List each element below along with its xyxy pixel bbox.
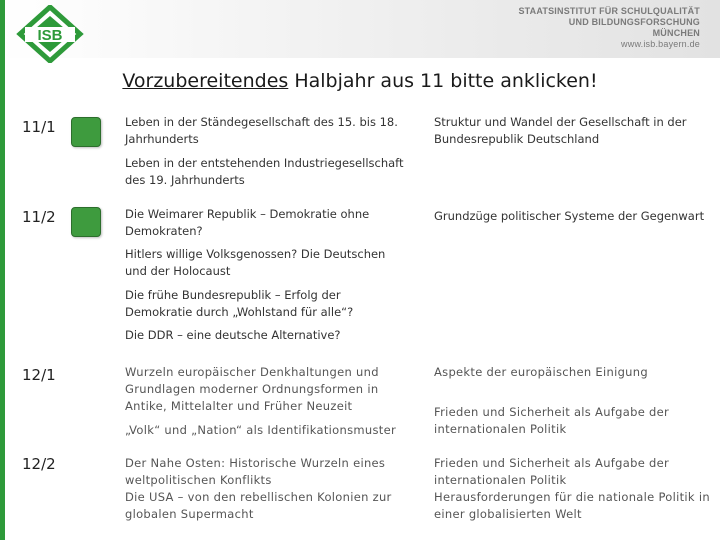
topic-12-1-c: Aspekte der europäischen Einigung xyxy=(434,365,648,379)
topic-12-1-d: Frieden und Sicherheit als Aufgabe der i… xyxy=(434,405,670,436)
semester-label-12-1: 12/1 xyxy=(22,366,56,384)
select-semester-11-1-button[interactable] xyxy=(71,117,101,147)
topic-12-2-d: Herausforderungen für die nationale Poli… xyxy=(434,490,710,521)
page-title-rest: Halbjahr aus 11 bitte anklicken! xyxy=(288,70,598,92)
topic-11-1-b: Leben in der entstehenden Industriegesel… xyxy=(125,156,404,187)
topic-12-2-b: Die USA – von den rebellischen Kolonien … xyxy=(125,490,392,521)
semester-label-11-2: 11/2 xyxy=(22,208,56,226)
page-title-underlined: Vorzubereitendes xyxy=(122,70,289,92)
isb-logo: ISB xyxy=(16,5,84,63)
select-semester-11-2-button[interactable] xyxy=(71,207,101,237)
topic-12-2-c: Frieden und Sicherheit als Aufgabe der i… xyxy=(434,456,670,487)
institute-line-3: MÜNCHEN xyxy=(652,28,700,38)
semester-label-12-2: 12/2 xyxy=(22,455,56,473)
topic-11-2-c: Die frühe Bundesrepublik – Erfolg der De… xyxy=(125,288,354,319)
topic-11-1-c: Struktur und Wandel der Gesellschaft in … xyxy=(434,115,687,146)
logo-text: ISB xyxy=(37,27,62,44)
topic-11-2-a: Die Weimarer Republik – Demokratie ohne … xyxy=(125,207,370,238)
institute-line-1: STAATSINSTITUT FÜR SCHULQUALITÄT xyxy=(518,6,700,16)
institute-line-2: UND BILDUNGSFORSCHUNG xyxy=(568,17,700,27)
topic-12-1-b: „Volk“ und „Nation“ als Identifikationsm… xyxy=(125,423,396,437)
semester-label-11-1: 11/1 xyxy=(22,118,56,136)
page-title: Vorzubereitendes Halbjahr aus 11 bitte a… xyxy=(0,70,720,92)
topic-11-2-e: Grundzüge politischer Systeme der Gegenw… xyxy=(434,209,705,223)
institute-name: STAATSINSTITUT FÜR SCHULQUALITÄT UND BIL… xyxy=(518,6,700,50)
topic-11-2-b: Hitlers willige Volksgenossen? Die Deuts… xyxy=(125,247,386,278)
institute-url: www.isb.bayern.de xyxy=(621,39,700,49)
topic-12-1-a: Wurzeln europäischer Denkhaltungen und G… xyxy=(125,365,379,413)
topic-11-1-a: Leben in der Ständegesellschaft des 15. … xyxy=(125,115,398,146)
topic-11-2-d: Die DDR – eine deutsche Alternative? xyxy=(125,328,341,342)
topic-12-2-a: Der Nahe Osten: Historische Wurzeln eine… xyxy=(125,456,386,487)
